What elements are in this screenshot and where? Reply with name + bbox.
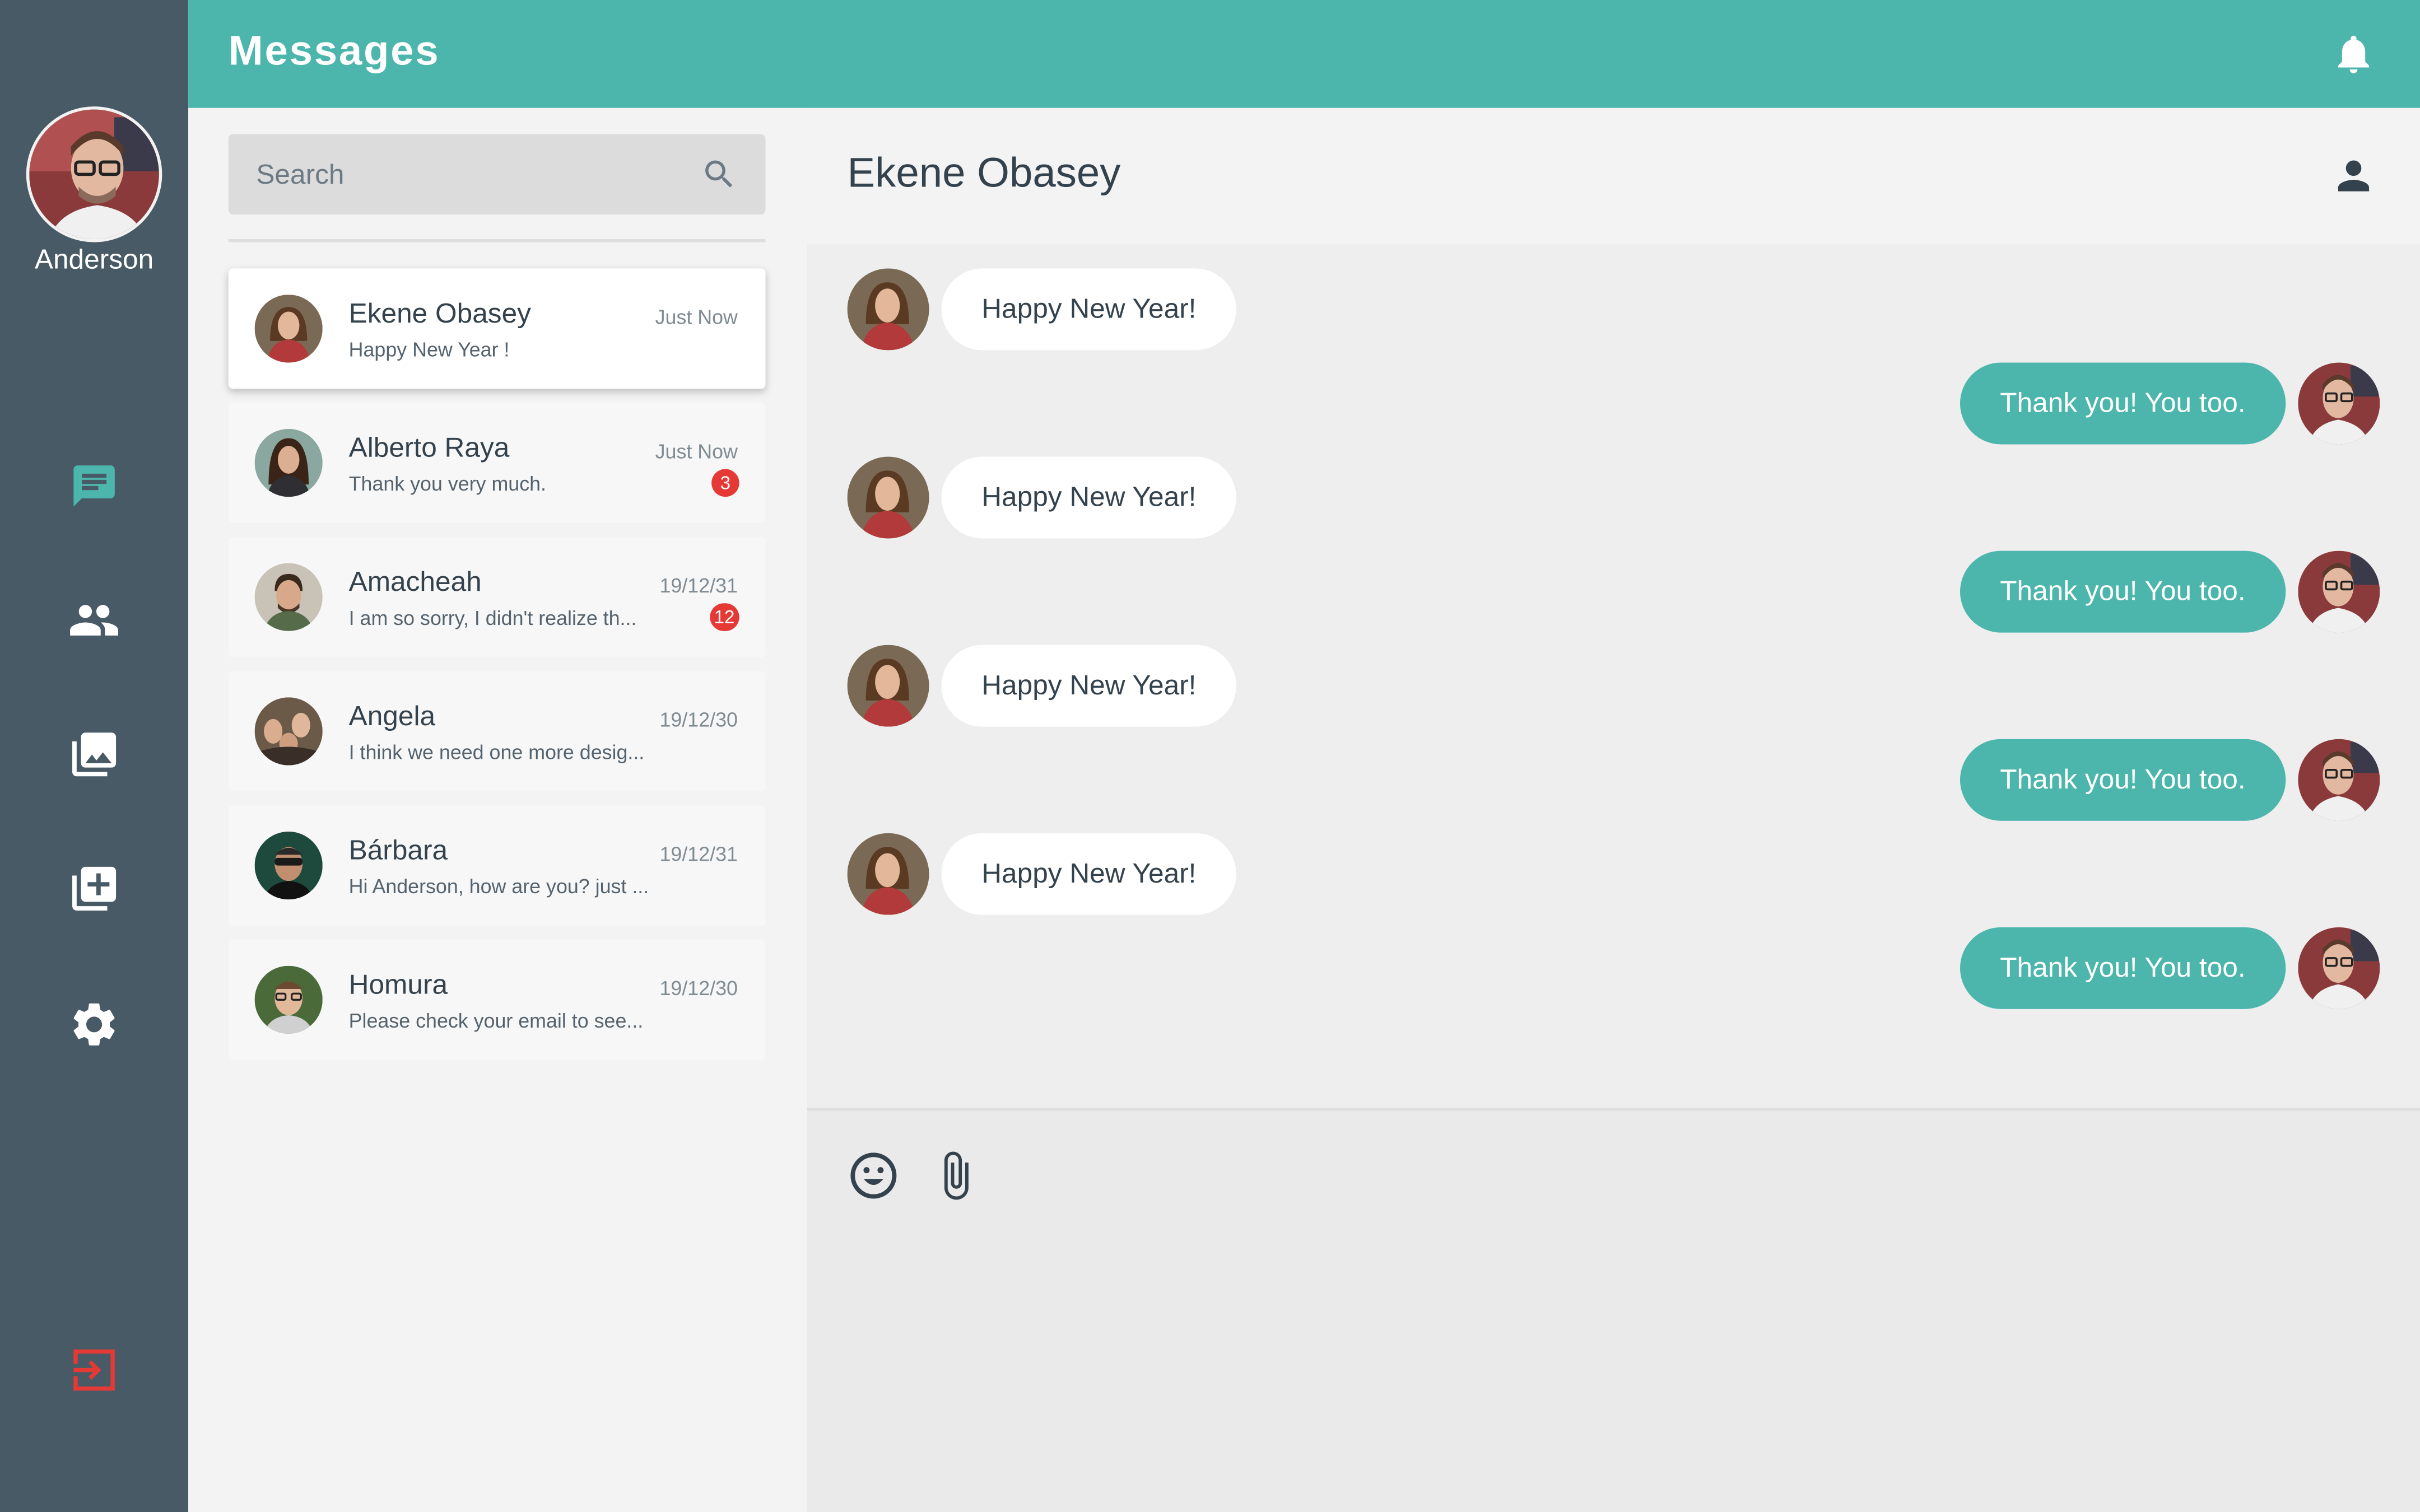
conversation-name: Ekene Obasey xyxy=(348,297,531,329)
logout-icon xyxy=(73,1349,115,1391)
chat-icon xyxy=(73,465,115,507)
library-add-icon xyxy=(72,866,117,911)
conversation-list-pane: Ekene Obasey Just Now Happy New Year ! A… xyxy=(188,108,807,1512)
conversation-name: Amacheah xyxy=(348,566,482,598)
user-name: Anderson xyxy=(34,244,154,275)
avatar xyxy=(254,295,323,363)
message-bubble-incoming: Happy New Year! xyxy=(941,456,1237,539)
sender-avatar xyxy=(847,268,929,351)
message-bubble-outgoing: Thank you! You too. xyxy=(1960,927,2286,1009)
divider xyxy=(228,239,766,242)
avatar xyxy=(254,428,323,497)
emoji-icon[interactable] xyxy=(848,1150,900,1202)
sidebar: Anderson xyxy=(0,0,189,1512)
chat-header: Ekene Obasey xyxy=(807,108,2420,244)
conversation-preview: Thank you very much. xyxy=(348,472,547,496)
avatar xyxy=(254,697,323,766)
conversation-name: Bárbara xyxy=(348,834,448,866)
conversation-time: 19/12/31 xyxy=(659,573,738,598)
avatar xyxy=(254,831,323,900)
gear-icon xyxy=(73,1003,115,1046)
conversation-name: Homura xyxy=(348,969,448,1000)
message-bubble-incoming: Happy New Year! xyxy=(941,645,1237,727)
person-icon xyxy=(2338,160,2370,192)
nav-chat-button[interactable] xyxy=(63,455,125,517)
search-icon[interactable] xyxy=(701,156,738,193)
nav-gallery-button[interactable] xyxy=(63,724,125,785)
people-icon xyxy=(70,605,118,636)
my-avatar xyxy=(2298,927,2380,1009)
conversation-item-alberto-raya[interactable]: Alberto Raya Just Now Thank you very muc… xyxy=(228,403,766,523)
notifications-button[interactable] xyxy=(2330,31,2377,77)
conversation-name: Angela xyxy=(348,700,436,731)
nav-contacts-button[interactable] xyxy=(63,589,125,651)
conversation-item-ekene-obasey[interactable]: Ekene Obasey Just Now Happy New Year ! xyxy=(228,268,766,389)
message-bubble-outgoing: Thank you! You too. xyxy=(1960,739,2286,821)
chat-pane: Ekene Obasey Happy New Year! Thank you! … xyxy=(807,108,2420,1512)
sender-avatar xyxy=(847,833,929,915)
conversation-time: Just Now xyxy=(655,305,738,329)
nav-add-button[interactable] xyxy=(63,858,125,920)
unread-badge: 3 xyxy=(711,469,739,497)
attach-icon[interactable] xyxy=(929,1150,982,1202)
conversation-name: Alberto Raya xyxy=(348,432,510,463)
my-avatar xyxy=(2298,362,2380,445)
sender-avatar xyxy=(847,645,929,727)
conversation-time: 19/12/31 xyxy=(659,842,738,866)
conversation-time: 19/12/30 xyxy=(659,708,738,731)
message-bubble-incoming: Happy New Year! xyxy=(941,833,1237,915)
conversation-preview: I am so sorry, I didn't realize th... xyxy=(348,606,637,630)
conversation-preview: Hi Anderson, how are you? just ... xyxy=(348,875,649,898)
header-bar: Messages xyxy=(188,0,2420,108)
user-avatar[interactable] xyxy=(26,106,162,242)
app-root: Anderson Messages Search Ekene Obasey Ju… xyxy=(0,0,2420,1512)
conversation-item-angela[interactable]: Angela 19/12/30 I think we need one more… xyxy=(228,671,766,792)
search-input[interactable] xyxy=(228,134,692,214)
conversation-preview: Please check your email to see... xyxy=(348,1009,644,1033)
contact-profile-button[interactable] xyxy=(2330,153,2377,199)
message-bubble-outgoing: Thank you! You too. xyxy=(1960,362,2286,445)
conversation-preview: Happy New Year ! xyxy=(348,338,510,361)
my-avatar xyxy=(2298,550,2380,633)
conversation-item-amacheah[interactable]: Amacheah 19/12/31 I am so sorry, I didn'… xyxy=(228,536,766,657)
search-box xyxy=(228,134,766,214)
avatar xyxy=(254,563,323,631)
photo-library-icon xyxy=(72,732,117,777)
conversation-time: Just Now xyxy=(655,440,738,463)
conversation-time: 19/12/30 xyxy=(659,976,738,1000)
message-bubble-outgoing: Thank you! You too. xyxy=(1960,550,2286,633)
message-bubble-incoming: Happy New Year! xyxy=(941,268,1237,351)
conversation-item-barbara[interactable]: Bárbara 19/12/31 Hi Anderson, how are yo… xyxy=(228,805,766,926)
page-title: Messages xyxy=(228,27,440,74)
logout-button[interactable] xyxy=(63,1339,125,1401)
unread-badge: 12 xyxy=(709,603,739,631)
sender-avatar xyxy=(847,456,929,539)
message-composer[interactable] xyxy=(807,1110,2420,1512)
my-avatar xyxy=(2298,739,2380,821)
avatar xyxy=(254,965,323,1034)
chat-title: Ekene Obasey xyxy=(847,150,1121,196)
nav-settings-button[interactable] xyxy=(63,993,125,1055)
bell-icon xyxy=(2338,35,2370,73)
conversation-preview: I think we need one more desig... xyxy=(348,740,645,764)
conversation-item-homura[interactable]: Homura 19/12/30 Please check your email … xyxy=(228,939,766,1060)
